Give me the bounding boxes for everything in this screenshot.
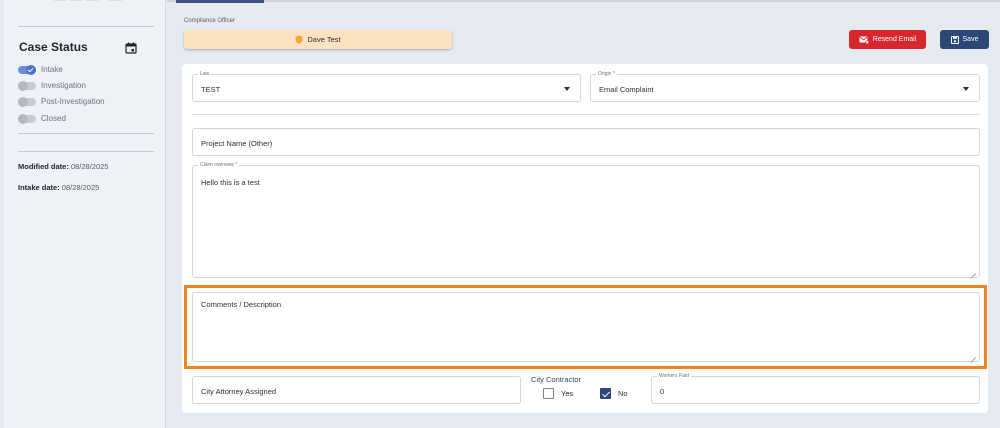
tab-active-indicator[interactable] bbox=[176, 0, 264, 3]
law-select[interactable]: Law TEST bbox=[192, 71, 581, 102]
compliance-officer-button[interactable]: Dave Test bbox=[184, 30, 452, 49]
origin-label: Origin * bbox=[596, 71, 617, 78]
intake-date: Intake date: 08/28/2025 bbox=[18, 183, 99, 192]
logo: ▀▀▀ ▀ bbox=[54, 0, 126, 10]
intake-date-value: 08/28/2025 bbox=[61, 183, 100, 192]
status-item-investigation[interactable]: Investigation bbox=[18, 80, 86, 91]
chevron-down-icon[interactable] bbox=[963, 87, 969, 91]
law-label: Law bbox=[198, 71, 212, 78]
sidebar: ▀▀▀ ▀ Case Status Intake Investigation P… bbox=[4, 0, 166, 428]
status-toggle[interactable] bbox=[18, 113, 36, 124]
no-checkbox[interactable] bbox=[600, 388, 611, 399]
city-contractor-no[interactable]: No bbox=[600, 388, 628, 399]
form-divider bbox=[192, 114, 980, 115]
status-label: Closed bbox=[41, 114, 66, 123]
case-status-title: Case Status bbox=[19, 40, 88, 54]
tab-bar bbox=[167, 0, 1000, 2]
status-toggle[interactable] bbox=[18, 80, 36, 91]
law-value: TEST bbox=[201, 85, 221, 94]
claim-overview-textarea[interactable]: Claim overview * Hello this is a test bbox=[192, 162, 980, 278]
project-name-field[interactable]: Project Name (Other) bbox=[192, 128, 980, 156]
officer-name: Dave Test bbox=[307, 35, 341, 44]
status-item-post-investigation[interactable]: Post-Investigation bbox=[18, 96, 105, 107]
chevron-down-icon[interactable] bbox=[564, 87, 570, 91]
modified-date-value: 08/28/2025 bbox=[70, 162, 109, 171]
city-contractor-label: City Contractor bbox=[531, 375, 582, 384]
origin-value: Email Complaint bbox=[599, 85, 654, 94]
calendar-icon[interactable] bbox=[125, 42, 137, 54]
resend-email-button[interactable]: Resend Email bbox=[849, 30, 926, 49]
workers-paid-label: Workers Paid bbox=[657, 373, 691, 380]
city-attorney-placeholder: City Attorney Assigned bbox=[201, 387, 277, 396]
status-item-intake[interactable]: Intake bbox=[18, 64, 63, 75]
status-toggle[interactable] bbox=[18, 64, 36, 75]
origin-select[interactable]: Origin * Email Complaint bbox=[590, 71, 980, 102]
claim-overview-value: Hello this is a test bbox=[201, 178, 260, 187]
project-name-placeholder: Project Name (Other) bbox=[201, 139, 273, 148]
yes-checkbox[interactable] bbox=[543, 388, 554, 399]
shield-icon bbox=[295, 35, 303, 44]
sidebar-divider bbox=[18, 151, 154, 152]
resend-email-label: Resend Email bbox=[872, 36, 917, 43]
intake-date-label: Intake date: bbox=[18, 183, 60, 192]
status-label: Investigation bbox=[41, 81, 86, 90]
city-attorney-field[interactable]: City Attorney Assigned bbox=[192, 376, 521, 404]
modified-date: Modified date: 08/28/2025 bbox=[18, 162, 108, 171]
city-contractor-yes[interactable]: Yes bbox=[543, 388, 573, 399]
no-label: No bbox=[618, 389, 628, 398]
claim-overview-label: Claim overview * bbox=[198, 162, 240, 169]
compliance-officer-label: Compliance Officer bbox=[184, 18, 235, 24]
status-toggle[interactable] bbox=[18, 96, 36, 107]
status-label: Post-Investigation bbox=[41, 97, 105, 106]
status-item-closed[interactable]: Closed bbox=[18, 113, 66, 124]
save-button[interactable]: Save bbox=[940, 30, 989, 49]
yes-label: Yes bbox=[561, 389, 574, 398]
email-icon bbox=[859, 36, 869, 44]
modified-date-label: Modified date: bbox=[18, 162, 69, 171]
status-label: Intake bbox=[41, 65, 63, 74]
workers-paid-value: 0 bbox=[660, 387, 665, 396]
sidebar-divider bbox=[18, 133, 154, 134]
save-label: Save bbox=[962, 36, 979, 43]
workers-paid-field[interactable]: Workers Paid 0 bbox=[651, 373, 980, 404]
save-icon bbox=[950, 35, 959, 44]
focus-highlight bbox=[184, 285, 987, 369]
resize-handle-icon[interactable] bbox=[970, 268, 976, 274]
sidebar-divider bbox=[18, 26, 154, 27]
